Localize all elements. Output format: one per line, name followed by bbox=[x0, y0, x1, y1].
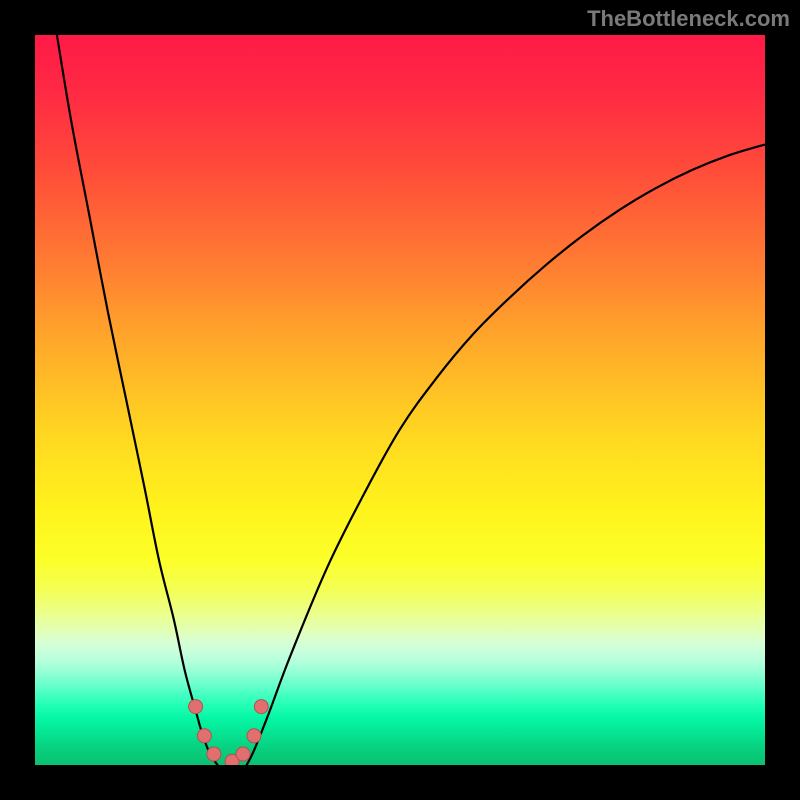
background-gradient bbox=[35, 35, 765, 765]
plot-area bbox=[35, 35, 765, 765]
watermark-text: TheBottleneck.com bbox=[587, 6, 790, 32]
